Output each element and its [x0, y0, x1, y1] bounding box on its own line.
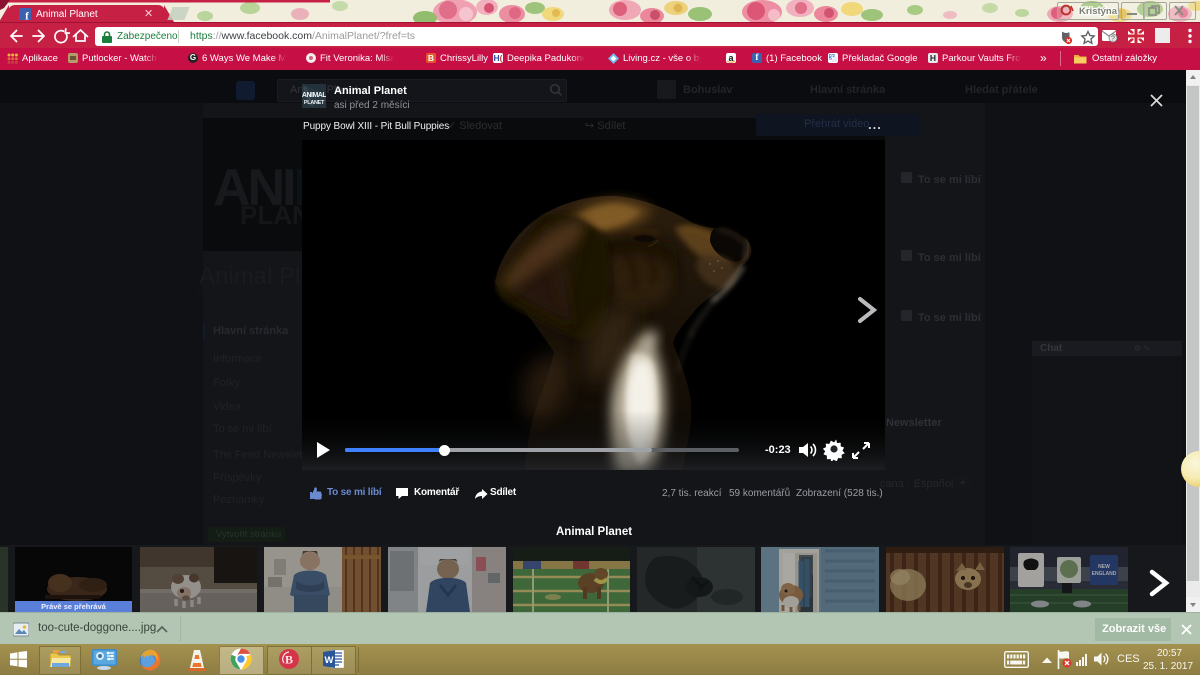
- svg-text:B: B: [285, 653, 293, 667]
- svg-text:Kristýna: Kristýna: [1079, 6, 1118, 17]
- svg-text:?: ?: [1111, 36, 1115, 43]
- svg-text:f: f: [25, 10, 29, 20]
- svg-text:W: W: [325, 655, 334, 666]
- svg-text:ENGLAND: ENGLAND: [1092, 571, 1117, 577]
- svg-text:NEW: NEW: [1098, 564, 1110, 570]
- svg-text:ANIMAL: ANIMAL: [302, 92, 326, 99]
- svg-text:PLANET: PLANET: [304, 100, 325, 106]
